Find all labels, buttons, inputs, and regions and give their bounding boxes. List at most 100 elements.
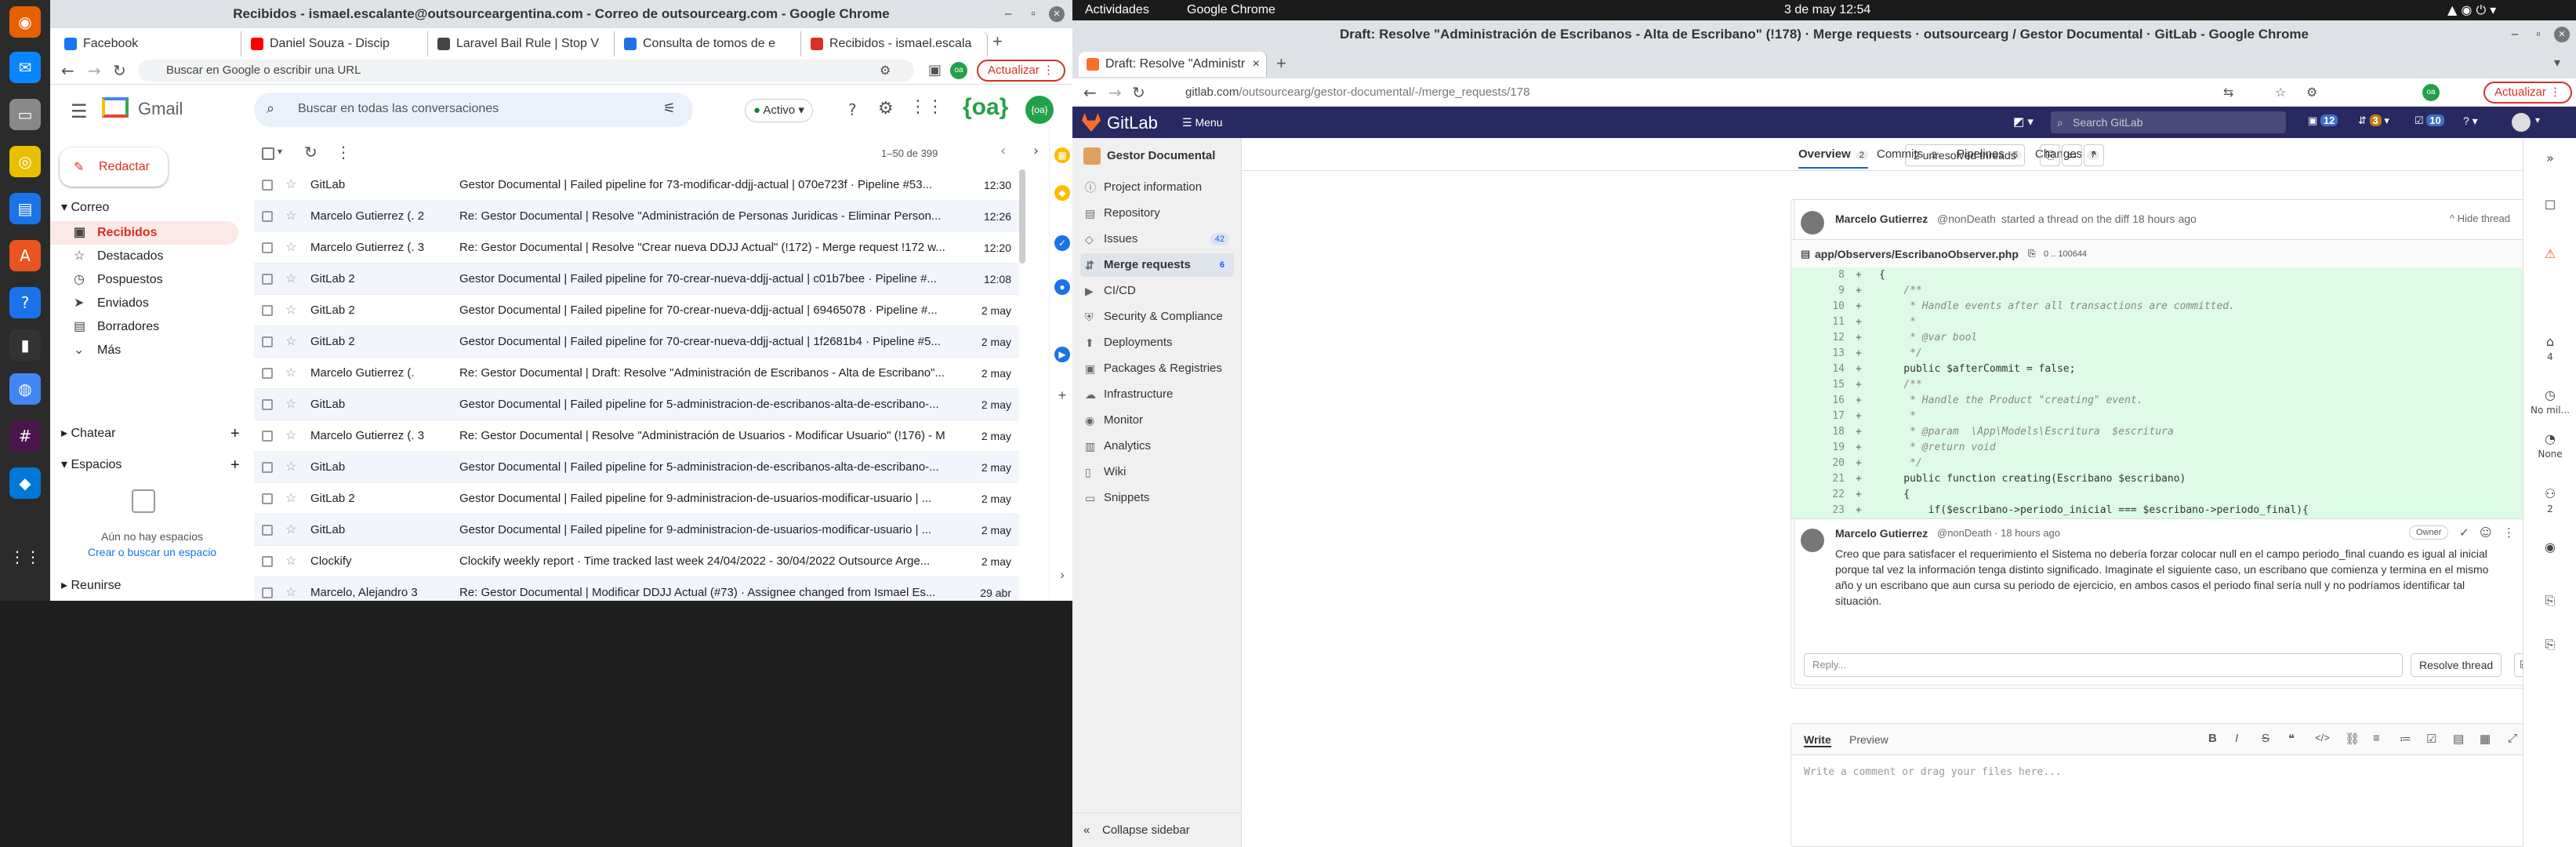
- gitlab-search[interactable]: ⌕ Search GitLab: [2051, 111, 2286, 133]
- maximize-button[interactable]: ▫: [1025, 6, 1041, 22]
- user-dropdown-icon[interactable]: ▾: [2535, 115, 2540, 125]
- select-all-checkbox[interactable]: [262, 147, 274, 160]
- email-row[interactable]: ☆ Marcelo Gutierrez (. 3 Re: Gestor Docume…: [254, 420, 1019, 452]
- sidebar-item[interactable]: ▶ CI/CD: [1080, 279, 1234, 303]
- menu-button[interactable]: ☰ Menu: [1182, 116, 1222, 129]
- add-chat-icon[interactable]: +: [230, 425, 240, 443]
- reload-icon[interactable]: ↻: [1132, 83, 1145, 102]
- add-space-icon[interactable]: +: [230, 456, 240, 474]
- star-icon[interactable]: ☆: [285, 326, 296, 358]
- todo-counter[interactable]: ☑ 10: [2415, 115, 2444, 127]
- reload-icon[interactable]: ↻: [113, 61, 126, 80]
- notifications-icon[interactable]: ◉: [2523, 540, 2576, 554]
- omnibox[interactable]: Buscar en Google o escribir una URL: [138, 60, 914, 82]
- email-row[interactable]: ☆ GitLab Gestor Documental | Failed pipeli…: [254, 169, 1019, 201]
- back-icon[interactable]: ←: [61, 61, 74, 80]
- browser-tab[interactable]: Daniel Souza - Discip: [243, 31, 428, 56]
- line-number[interactable]: 19: [1798, 440, 1845, 456]
- vscode-icon[interactable]: ◆: [9, 467, 41, 499]
- extensions-icon[interactable]: ⚙: [2306, 83, 2317, 102]
- rhythmbox-icon[interactable]: ◎: [9, 146, 41, 177]
- line-number[interactable]: 17: [1798, 409, 1845, 424]
- list-scrollbar[interactable]: [1019, 169, 1025, 264]
- minimize-button[interactable]: –: [2507, 27, 2523, 42]
- thread-handle[interactable]: @nonDeath: [1937, 213, 1996, 225]
- mail-section-header[interactable]: ▾ Correo: [61, 199, 109, 215]
- project-header[interactable]: Gestor Documental: [1080, 144, 1234, 168]
- collapse-up-icon[interactable]: ^: [2084, 144, 2104, 166]
- label-icon[interactable]: ⌂: [2523, 334, 2576, 349]
- help-dropdown[interactable]: ? ▾: [2463, 115, 2478, 128]
- mr-tab[interactable]: Overview 2: [1798, 147, 1868, 169]
- note-actions-icon[interactable]: ⋮: [2503, 525, 2515, 540]
- row-checkbox[interactable]: [262, 368, 273, 379]
- star-icon[interactable]: ☆: [285, 389, 296, 420]
- numbered-list-icon[interactable]: ≔: [2400, 732, 2411, 746]
- sidebar-item[interactable]: ◇ Issues 42: [1080, 227, 1234, 251]
- clock[interactable]: 3 de may 12:54: [1784, 0, 1870, 20]
- email-row[interactable]: ☆ GitLab 2 Gestor Documental | Failed pipe…: [254, 295, 1019, 326]
- star-icon[interactable]: ☆: [285, 546, 296, 577]
- star-icon[interactable]: ☆: [285, 577, 296, 601]
- sidebar-item[interactable]: ☁ Infrastructure: [1080, 383, 1234, 406]
- star-icon[interactable]: ☆: [285, 264, 296, 295]
- row-checkbox[interactable]: [262, 180, 273, 191]
- close-tab-icon[interactable]: ×: [1253, 52, 1260, 77]
- firefox-icon[interactable]: ◉: [9, 6, 41, 38]
- row-checkbox[interactable]: [262, 336, 273, 347]
- compose-button[interactable]: ✎ Redactar: [60, 147, 168, 187]
- sidebar-item[interactable]: ⇵ Merge requests 6: [1080, 253, 1234, 277]
- account-avatar[interactable]: {oa}: [1025, 96, 1054, 124]
- bookmark-star-icon[interactable]: ☆: [2275, 83, 2286, 102]
- calendar-icon[interactable]: ▦: [1054, 147, 1070, 163]
- status-dropdown[interactable]: ● Activo ▾: [745, 99, 813, 122]
- copy-path-icon[interactable]: ⎘: [2028, 248, 2036, 260]
- forward-icon[interactable]: →: [88, 61, 101, 80]
- star-icon[interactable]: ☆: [285, 201, 296, 232]
- email-row[interactable]: ☆ Clockify Clockify weekly report · Time t…: [254, 546, 1019, 577]
- line-number[interactable]: 8: [1798, 267, 1845, 283]
- line-number[interactable]: 22: [1798, 487, 1845, 503]
- email-row[interactable]: ☆ GitLab 2 Gestor Documental | Failed pipe…: [254, 326, 1019, 358]
- star-icon[interactable]: ☆: [285, 483, 296, 514]
- comment-author[interactable]: Marcelo Gutierrez: [1835, 527, 1928, 540]
- star-icon[interactable]: ☆: [285, 420, 296, 452]
- prev-page-icon[interactable]: ‹: [1000, 143, 1006, 159]
- line-number[interactable]: 16: [1798, 393, 1845, 409]
- line-number[interactable]: 18: [1798, 424, 1845, 440]
- new-tab-icon[interactable]: +: [1276, 53, 1286, 74]
- star-icon[interactable]: ☆: [285, 169, 296, 201]
- email-row[interactable]: ☆ GitLab Gestor Documental | Failed pipeli…: [254, 452, 1019, 483]
- gitlab-logo-icon[interactable]: [1082, 113, 1101, 132]
- line-number[interactable]: 11: [1798, 314, 1845, 330]
- sidebar-item[interactable]: ◉ Monitor: [1080, 409, 1234, 432]
- link-icon[interactable]: ⛓: [2345, 732, 2360, 746]
- new-tab-icon[interactable]: +: [992, 31, 1003, 52]
- issues-counter[interactable]: ▣ 12: [2308, 115, 2338, 127]
- collapse-sidebar-button[interactable]: « Collapse sidebar: [1072, 812, 1242, 847]
- apps-grid-icon[interactable]: ⋮⋮: [909, 97, 944, 117]
- gitlab-wordmark[interactable]: GitLab: [1107, 113, 1158, 133]
- sidepanel-icon[interactable]: ▣: [928, 61, 942, 80]
- line-number[interactable]: 20: [1798, 456, 1845, 471]
- search-options-icon[interactable]: ⚟: [663, 100, 676, 117]
- folder-starred[interactable]: ☆ Destacados: [50, 245, 238, 268]
- update-button[interactable]: Actualizar ⋮: [977, 60, 1066, 82]
- sidebar-item[interactable]: ⛨ Security & Compliance: [1080, 305, 1234, 329]
- back-icon[interactable]: ←: [1083, 83, 1097, 102]
- refresh-icon[interactable]: ↻: [304, 143, 317, 162]
- emoji-icon[interactable]: ☺: [2480, 525, 2492, 540]
- meet-section[interactable]: ▸ Reunirse: [61, 577, 122, 593]
- star-icon[interactable]: ☆: [285, 232, 296, 264]
- contacts-icon[interactable]: ●: [1054, 279, 1070, 295]
- author-avatar[interactable]: [1801, 211, 1824, 234]
- close-window-button[interactable]: ×: [1049, 6, 1065, 22]
- email-row[interactable]: ☆ GitLab 2 Gestor Documental | Failed pipe…: [254, 264, 1019, 295]
- tab-search-icon[interactable]: ▾: [2554, 55, 2560, 71]
- line-number[interactable]: 14: [1798, 362, 1845, 377]
- spaces-section[interactable]: ▾ Espacios +: [61, 456, 249, 474]
- row-checkbox[interactable]: [262, 211, 273, 222]
- expand-sidebar-icon[interactable]: »: [2523, 151, 2576, 165]
- next-page-icon[interactable]: ›: [1033, 143, 1039, 159]
- star-icon[interactable]: ☆: [285, 295, 296, 326]
